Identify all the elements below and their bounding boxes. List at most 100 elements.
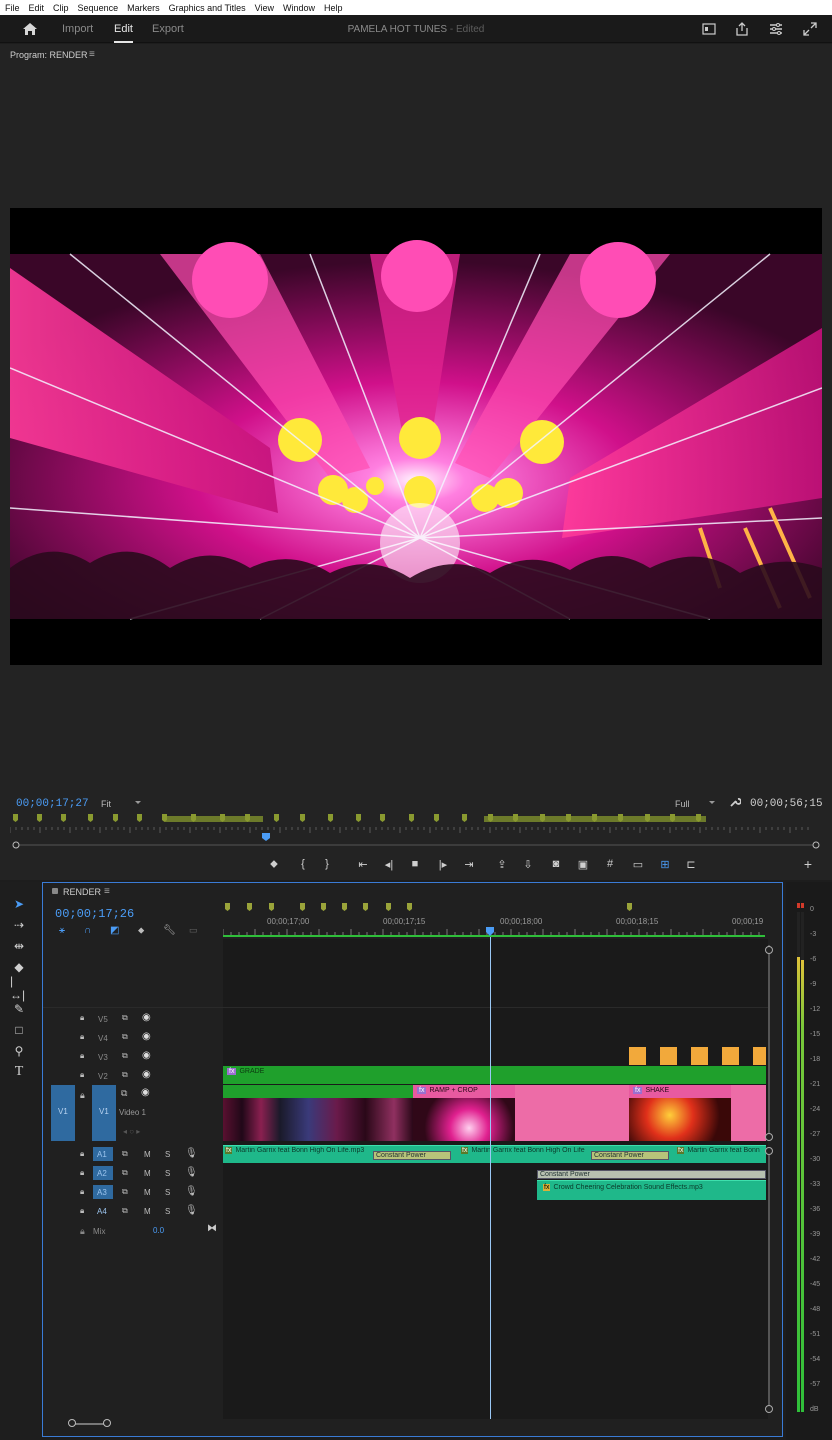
menu-help[interactable]: Help: [324, 3, 343, 13]
timeline-marker[interactable]: [407, 903, 412, 911]
linked-selection-icon[interactable]: ◩: [110, 925, 119, 936]
mix-go-to-end-icon[interactable]: ⧓: [207, 1223, 217, 1234]
step-back-icon[interactable]: ◂|: [381, 856, 397, 872]
lock-icon[interactable]: 🔒︎: [80, 1013, 84, 1023]
clip-indicator-left[interactable]: [797, 903, 800, 908]
eye-icon[interactable]: ◉: [142, 1069, 151, 1080]
v1-target-patch[interactable]: V1: [92, 1085, 116, 1141]
safe-margins-icon[interactable]: #: [602, 856, 618, 872]
v3-clip[interactable]: [722, 1047, 739, 1065]
v3-clip[interactable]: [629, 1047, 646, 1065]
v3-clip[interactable]: [660, 1047, 677, 1065]
video-preview[interactable]: [10, 208, 822, 665]
pink-video-clip[interactable]: [731, 1085, 766, 1141]
menu-file[interactable]: File: [5, 3, 20, 13]
razor-tool-icon[interactable]: ◆: [10, 959, 28, 975]
sync-lock-icon[interactable]: ⧉: [122, 1032, 128, 1042]
sync-lock-icon[interactable]: ⧉: [122, 1187, 128, 1197]
voice-over-record-icon[interactable]: 🎙︎: [185, 1205, 198, 1216]
nest-sequence-icon[interactable]: ⚹: [59, 925, 65, 936]
sync-lock-icon[interactable]: ⧉: [122, 1149, 128, 1159]
slip-tool-icon[interactable]: |↔|: [10, 974, 28, 1002]
pink-video-clip[interactable]: [515, 1085, 629, 1141]
selection-tool-icon[interactable]: ➤: [10, 896, 28, 912]
stop-icon[interactable]: ■: [407, 856, 423, 872]
timeline-marker[interactable]: [269, 903, 274, 911]
track-area[interactable]: [223, 939, 768, 1419]
captions-icon[interactable]: ▭: [189, 925, 198, 936]
voice-over-record-icon[interactable]: 🎙︎: [185, 1186, 198, 1197]
grade-adjustment-clip[interactable]: fx GRADE: [223, 1066, 766, 1084]
toggle-proxies-icon[interactable]: ▭: [630, 856, 646, 872]
menu-edit[interactable]: Edit: [29, 3, 45, 13]
tab-edit[interactable]: Edit: [114, 23, 133, 43]
lock-icon[interactable]: 🔒︎: [80, 1187, 84, 1197]
mute-icon[interactable]: M: [144, 1150, 151, 1159]
constant-power-transition[interactable]: Constant Power: [591, 1151, 669, 1160]
tab-import[interactable]: Import: [62, 23, 93, 35]
timeline-marker[interactable]: [342, 903, 347, 911]
sync-lock-icon[interactable]: ⧉: [122, 1013, 128, 1023]
audio-target-patch[interactable]: A4: [93, 1204, 113, 1218]
menu-view[interactable]: View: [255, 3, 274, 13]
zoom-handle-right[interactable]: [103, 1419, 111, 1427]
home-icon[interactable]: [20, 20, 40, 38]
sequence-marker[interactable]: [88, 814, 93, 822]
snap-icon[interactable]: ∩: [84, 925, 91, 936]
pen-tool-icon[interactable]: ✎: [10, 1001, 28, 1017]
menu-window[interactable]: Window: [283, 3, 315, 13]
solo-icon[interactable]: S: [165, 1207, 170, 1216]
sequence-marker[interactable]: [274, 814, 279, 822]
mute-icon[interactable]: M: [144, 1188, 151, 1197]
step-forward-icon[interactable]: |▸: [435, 856, 451, 872]
add-marker-timeline-icon[interactable]: ⬥: [138, 925, 144, 936]
sequence-marker[interactable]: [380, 814, 385, 822]
playhead-line[interactable]: [490, 937, 491, 1419]
lock-icon[interactable]: 🔒︎: [80, 1168, 84, 1178]
sync-lock-icon[interactable]: ⧉: [122, 1051, 128, 1061]
timeline-marker[interactable]: [363, 903, 368, 911]
audio-target-patch[interactable]: A2: [93, 1166, 113, 1180]
quick-export-icon[interactable]: [701, 21, 717, 37]
sync-lock-icon[interactable]: ⧉: [122, 1168, 128, 1178]
v1-keyframe-nav-icon[interactable]: ◂ ○ ▸: [123, 1127, 140, 1136]
a3-audio-clip[interactable]: fx Crowd Cheering Celebration Sound Effec…: [537, 1180, 766, 1200]
v1-lock-icon[interactable]: 🔒︎: [80, 1090, 85, 1101]
video-scroll-handle[interactable]: [765, 1133, 773, 1141]
voice-over-record-icon[interactable]: 🎙︎: [185, 1148, 198, 1159]
v1-source-patch[interactable]: V1: [51, 1085, 75, 1141]
sequence-marker[interactable]: [409, 814, 414, 822]
v3-clip[interactable]: [753, 1047, 766, 1065]
zoom-level-select[interactable]: Fit: [98, 797, 144, 810]
close-tab-icon[interactable]: [52, 888, 58, 894]
vr-video-icon[interactable]: ⊏: [683, 856, 699, 872]
v1-clip-group[interactable]: [223, 1085, 413, 1141]
clip-indicator-right[interactable]: [801, 903, 804, 908]
lock-icon[interactable]: 🔒︎: [80, 1206, 84, 1216]
lock-icon[interactable]: 🔒︎: [80, 1032, 84, 1042]
track-select-tool-icon[interactable]: ⇢: [10, 917, 28, 933]
workspaces-menu-icon[interactable]: [768, 21, 784, 37]
sequence-marker[interactable]: [37, 814, 42, 822]
timeline-marker[interactable]: [225, 903, 230, 911]
sequence-marker[interactable]: [328, 814, 333, 822]
menu-clip[interactable]: Clip: [53, 3, 69, 13]
mix-volume[interactable]: 0.0: [153, 1226, 164, 1235]
sequence-marker[interactable]: [113, 814, 118, 822]
eye-icon[interactable]: ◉: [142, 1050, 151, 1061]
timeline-marker[interactable]: [321, 903, 326, 911]
shake-clip[interactable]: fx SHAKE: [629, 1085, 731, 1141]
sequence-tab[interactable]: RENDER: [63, 887, 101, 897]
timeline-marker[interactable]: [300, 903, 305, 911]
zoom-handle-left[interactable]: [68, 1419, 76, 1427]
zoom-tool-icon[interactable]: ⚲: [10, 1043, 28, 1059]
sequence-marker[interactable]: [300, 814, 305, 822]
add-marker-icon[interactable]: ⬥: [266, 856, 282, 872]
lock-icon[interactable]: 🔒︎: [80, 1070, 84, 1080]
multi-camera-icon[interactable]: ⊞: [657, 856, 673, 872]
timeline-playhead-timecode[interactable]: 00;00;17;26: [55, 907, 134, 921]
solo-icon[interactable]: S: [165, 1169, 170, 1178]
solo-icon[interactable]: S: [165, 1150, 170, 1159]
timeline-marker[interactable]: [247, 903, 252, 911]
mute-icon[interactable]: M: [144, 1207, 151, 1216]
